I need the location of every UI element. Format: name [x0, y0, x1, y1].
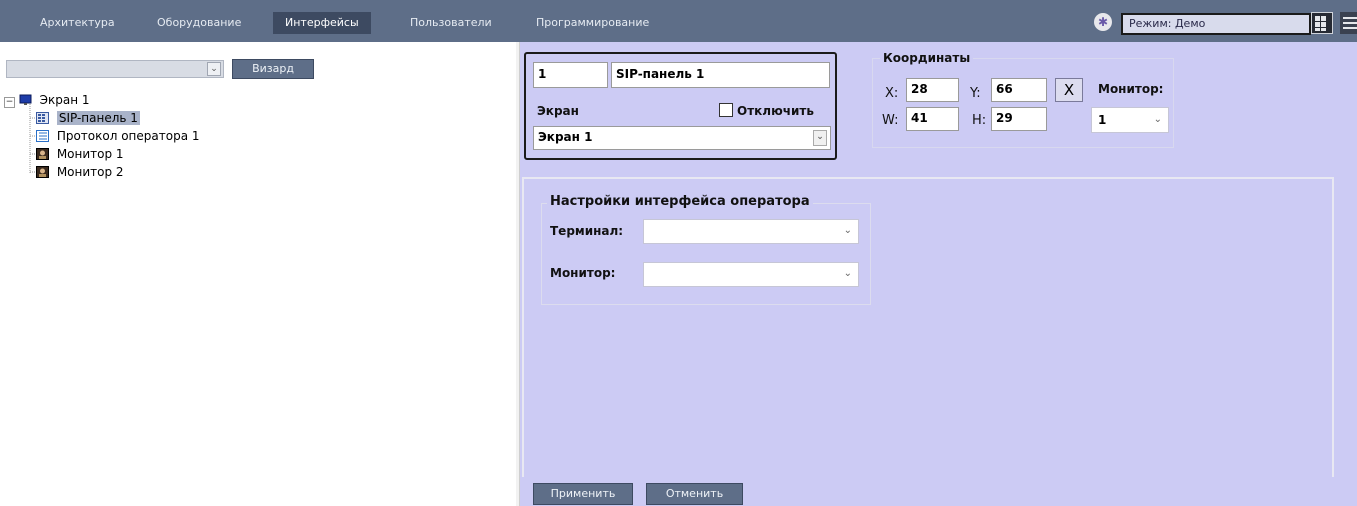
coordinates-title: Координаты [880, 51, 974, 65]
operator-monitor-label: Монитор: [550, 266, 616, 280]
chevron-down-icon[interactable]: ⌄ [844, 268, 852, 279]
tree-label: SIP-панель 1 [56, 111, 140, 125]
monitor-select-value: 1 [1098, 113, 1107, 127]
top-nav-bar: Архитектура Оборудование Интерфейсы Поль… [0, 0, 1357, 42]
chevron-down-icon[interactable]: ⌄ [207, 62, 221, 76]
tree-node-protocol[interactable]: Протокол оператора 1 [36, 128, 200, 144]
object-name-field[interactable]: SIP-панель 1 [611, 62, 830, 88]
tree-label: Монитор 2 [56, 165, 124, 179]
chevron-down-icon[interactable]: ⌄ [813, 130, 827, 146]
tree-label: Протокол оператора 1 [56, 129, 200, 143]
screen-label: Экран [537, 104, 579, 118]
x-coordinate-field[interactable]: 28 [906, 78, 959, 102]
wizard-button[interactable]: Визард [232, 59, 314, 79]
cancel-button[interactable]: Отменить [646, 483, 743, 505]
screen-select[interactable]: Экран 1 ⌄ [533, 126, 831, 150]
tab-interfaces[interactable]: Интерфейсы [273, 12, 371, 34]
reset-coordinates-button[interactable]: X [1055, 78, 1083, 102]
tab-users[interactable]: Пользователи [398, 12, 504, 34]
checkbox-icon[interactable] [719, 103, 733, 117]
tab-equipment[interactable]: Оборудование [145, 12, 253, 34]
operator-monitor-select[interactable]: ⌄ [643, 262, 859, 287]
disable-checkbox[interactable]: Отключить [719, 103, 814, 118]
chevron-down-icon[interactable]: ⌄ [1154, 114, 1162, 125]
tree-connectors [29, 104, 36, 173]
coordinates-group [872, 58, 1174, 148]
h-label: H: [972, 113, 987, 128]
x-label: X: [885, 86, 899, 101]
grid-layout-button[interactable] [1311, 12, 1333, 34]
tab-programming[interactable]: Программирование [524, 12, 661, 34]
object-id-field[interactable]: 1 [533, 62, 608, 88]
terminal-label: Терминал: [550, 224, 624, 238]
width-field[interactable]: 41 [906, 107, 959, 131]
chevron-down-icon[interactable]: ⌄ [844, 225, 852, 236]
y-label: Y: [970, 86, 981, 101]
w-label: W: [882, 113, 899, 128]
operator-settings-title: Настройки интерфейса оператора [547, 194, 813, 209]
menu-button[interactable] [1340, 12, 1357, 34]
screen-select-value: Экран 1 [538, 130, 593, 144]
apply-button[interactable]: Применить [533, 483, 633, 505]
disable-label: Отключить [737, 104, 814, 118]
mode-icon[interactable]: ✱ [1094, 13, 1112, 31]
height-field[interactable]: 29 [991, 107, 1047, 131]
mode-field[interactable]: Режим: Демо [1121, 13, 1311, 35]
y-coordinate-field[interactable]: 66 [991, 78, 1047, 102]
tree-label: Монитор 1 [56, 147, 124, 161]
monitor-label: Монитор: [1098, 82, 1164, 96]
terminal-select[interactable]: ⌄ [643, 219, 859, 244]
monitor-select[interactable]: 1 ⌄ [1091, 107, 1169, 133]
